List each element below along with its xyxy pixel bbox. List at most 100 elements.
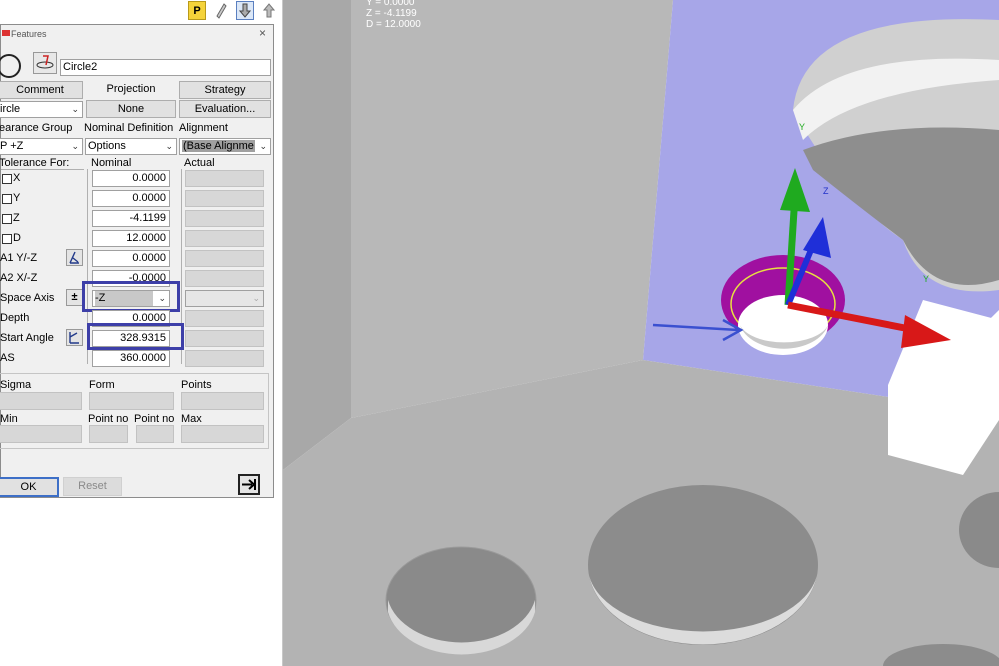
feature-type-value: ircle [0, 103, 21, 115]
max-label: Max [181, 413, 202, 425]
space-axis-label: Space Axis [0, 292, 55, 304]
param-label-d: D [13, 232, 21, 244]
highlight-space-axis [82, 281, 180, 312]
tab-comment[interactable]: Comment [0, 81, 83, 99]
space-axis-actual-select: ⌄ [185, 290, 264, 307]
tolerance-y-checkbox[interactable] [2, 194, 12, 204]
tolerance-for-label: Tolerance For: [0, 157, 70, 169]
angle-picker-icon[interactable] [66, 249, 83, 266]
chevron-down-icon: ⌄ [259, 141, 267, 151]
features-dialog: Features × Circle2 Comment Projection St… [0, 24, 274, 498]
as-field[interactable]: 360.0000 [92, 350, 170, 367]
param-label-a1: A1 Y/-Z [0, 252, 38, 264]
readout-y: Y = 0.0000 [366, 0, 415, 8]
depth-label: Depth [0, 312, 30, 324]
dialog-app-icon [2, 30, 10, 36]
actual-z-field [185, 210, 264, 227]
nominal-z-field[interactable]: -4.1199 [92, 210, 170, 227]
feature-name-field[interactable]: Circle2 [60, 59, 271, 76]
max-point-no-field [136, 425, 174, 443]
y-axis-label-lower: Y [923, 274, 929, 284]
readout-d: D = 12.0000 [366, 19, 421, 30]
feature-type-select[interactable]: ircle ⌄ [0, 101, 83, 118]
reset-button[interactable]: Reset [63, 477, 122, 496]
3d-scene[interactable]: Z Y Y Circle2 Y = 0.0000 Z = -4.1199 D =… [283, 0, 999, 666]
z-axis-label: Z [823, 186, 829, 196]
circle-feature-icon [0, 54, 21, 78]
close-icon[interactable]: × [259, 26, 266, 40]
options-select[interactable]: Options ⌄ [85, 138, 177, 155]
probe-p-icon[interactable]: P [188, 1, 206, 20]
min-point-no-field [89, 425, 128, 443]
highlight-start-angle [87, 323, 184, 350]
max-field [181, 425, 264, 443]
form-field [89, 392, 174, 410]
nominal-a1-field[interactable]: 0.0000 [92, 250, 170, 267]
tab-projection[interactable]: Projection [86, 80, 176, 98]
move-down-icon[interactable] [236, 1, 254, 20]
clearance-plane-value: P +Z [0, 140, 24, 152]
start-angle-picker-icon[interactable] [66, 329, 83, 346]
tab-strategy[interactable]: Strategy [179, 81, 271, 99]
plus-minus-button[interactable]: ± [66, 289, 83, 306]
separator [1, 169, 84, 170]
nominal-header: Nominal [91, 157, 132, 169]
start-angle-label: Start Angle [0, 332, 54, 344]
chevron-down-icon: ⌄ [165, 141, 173, 151]
tolerance-d-checkbox[interactable] [2, 234, 12, 244]
probe-p-label: P [193, 4, 201, 17]
actual-d-field [185, 230, 264, 247]
tolerance-z-checkbox[interactable] [2, 214, 12, 224]
min-label: Min [0, 413, 18, 425]
block-left-face [283, 0, 351, 470]
point-no-label-2: Point no [134, 413, 175, 425]
points-field [181, 392, 264, 410]
param-label-z: Z [13, 212, 20, 224]
actual-y-field [185, 190, 264, 207]
move-up-icon[interactable] [260, 1, 278, 20]
actual-x-field [185, 170, 264, 187]
dialog-title: Features [11, 29, 47, 39]
3d-viewport[interactable]: Z Y Y Circle2 Y = 0.0000 Z = -4.1199 D =… [283, 0, 999, 666]
actual-header: Actual [184, 157, 215, 169]
sigma-label: Sigma [0, 379, 32, 391]
param-label-x: X [13, 172, 21, 184]
actual-a1-field [185, 250, 264, 267]
circle-label: Circle2 [783, 323, 808, 332]
points-label: Points [181, 379, 212, 391]
chevron-down-icon: ⌄ [71, 141, 79, 151]
sigma-field [0, 392, 82, 410]
tolerance-x-checkbox[interactable] [2, 174, 12, 184]
block-front-face [351, 0, 673, 418]
nominal-d-field[interactable]: 12.0000 [92, 230, 170, 247]
none-button[interactable]: None [86, 100, 176, 118]
nominal-y-field[interactable]: 0.0000 [92, 190, 170, 207]
alignment-value: (Base Alignme [182, 140, 255, 152]
readout-z: Z = -4.1199 [366, 8, 417, 19]
arrow-right-icon[interactable] [238, 474, 260, 495]
pencil-icon[interactable] [212, 1, 230, 20]
y-axis-label-upper: Y [799, 122, 805, 132]
as-label: AS [0, 352, 15, 364]
chevron-down-icon: ⌄ [252, 293, 260, 303]
point-no-label-1: Point no [88, 413, 129, 425]
min-field [0, 425, 82, 443]
alignment-select[interactable]: (Base Alignme ⌄ [179, 138, 271, 155]
actual-as-field [185, 350, 264, 367]
nominal-definition-label: Nominal Definition [84, 122, 174, 134]
param-label-y: Y [13, 192, 21, 204]
probe-tool-icon[interactable] [33, 52, 57, 74]
alignment-label: Alignment [179, 122, 228, 134]
form-label: Form [89, 379, 115, 391]
ok-button[interactable]: OK [0, 477, 59, 497]
evaluation-button[interactable]: Evaluation... [179, 100, 271, 118]
actual-start-angle-field [185, 330, 264, 347]
chevron-down-icon: ⌄ [71, 104, 79, 114]
actual-a2-field [185, 270, 264, 287]
clearance-group-label: earance Group [0, 122, 73, 134]
actual-depth-field [185, 310, 264, 327]
options-value: Options [88, 140, 126, 152]
nominal-x-field[interactable]: 0.0000 [92, 170, 170, 187]
clearance-plane-select[interactable]: P +Z ⌄ [0, 138, 83, 155]
param-label-a2: A2 X/-Z [0, 272, 38, 284]
